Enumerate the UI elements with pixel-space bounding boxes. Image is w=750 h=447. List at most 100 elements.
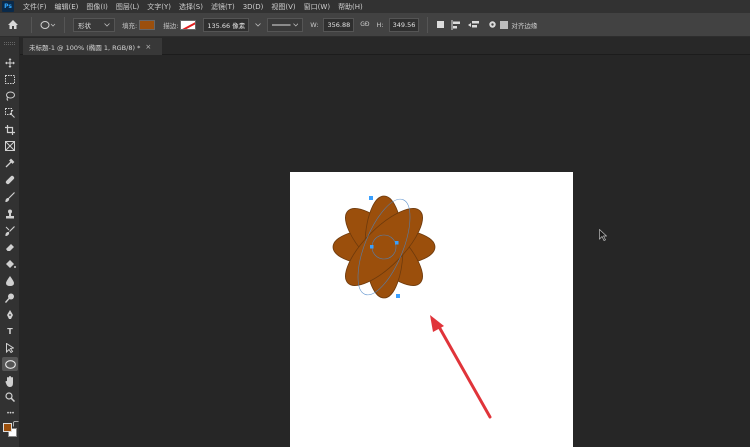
- menu-help[interactable]: 帮助(H): [334, 2, 367, 12]
- path-operations-button[interactable]: [436, 20, 445, 29]
- eyedropper-icon: [5, 158, 15, 168]
- width-field[interactable]: 356.88: [323, 17, 355, 32]
- menu-3d[interactable]: 3D(D): [239, 3, 268, 11]
- mouse-cursor-icon: [599, 229, 607, 241]
- menu-select[interactable]: 选择(S): [175, 2, 207, 12]
- path-arrangement-button[interactable]: [468, 20, 480, 30]
- drop-icon: [6, 276, 14, 286]
- brush-tool[interactable]: [2, 190, 18, 204]
- crop-icon: [5, 125, 15, 135]
- eraser-icon: [6, 244, 14, 251]
- document-tab-bar: 未标题-1 @ 100% (椭圆 1, RGB/8) * ×: [0, 37, 750, 55]
- ellipse-tool-preset-picker[interactable]: [40, 20, 56, 30]
- pen-tool[interactable]: [2, 308, 18, 322]
- settings-button[interactable]: [488, 20, 497, 29]
- stroke-width-field[interactable]: 135.66 像素: [203, 17, 250, 32]
- ellipse-icon: [4, 359, 16, 369]
- move-tool[interactable]: [2, 56, 18, 70]
- path-arrangement-icon: [468, 20, 480, 27]
- crop-tool[interactable]: [2, 123, 18, 137]
- menu-filter[interactable]: 滤镜(T): [207, 2, 239, 12]
- fill-color-swatch[interactable]: [139, 19, 156, 30]
- photoshop-logo: Ps: [2, 1, 14, 12]
- stroke-color-swatch[interactable]: [180, 19, 197, 30]
- dodge-icon: [5, 293, 14, 303]
- document-tab-title: 未标题-1 @ 100% (椭圆 1, RGB/8) *: [29, 43, 141, 52]
- dodge-tool[interactable]: [2, 291, 18, 305]
- document-tab[interactable]: 未标题-1 @ 100% (椭圆 1, RGB/8) * ×: [23, 38, 162, 55]
- stroke-type-dropdown[interactable]: [267, 17, 304, 32]
- brush-icon: [5, 192, 15, 202]
- menu-file[interactable]: 文件(F): [19, 2, 51, 12]
- height-label: H:: [376, 20, 384, 29]
- object-selection-icon: [5, 108, 15, 118]
- width-label: W:: [310, 20, 319, 29]
- pen-icon: [7, 310, 13, 319]
- menu-edit[interactable]: 编辑(E): [51, 2, 83, 12]
- align-edges-label: 对齐边缘: [511, 21, 538, 30]
- lasso-icon: [6, 91, 15, 101]
- gear-icon: [489, 21, 497, 28]
- frame-tool[interactable]: [2, 139, 18, 153]
- menu-bar: Ps 文件(F) 编辑(E) 图像(I) 图层(L) 文字(Y) 选择(S) 滤…: [0, 0, 750, 13]
- stamp-icon: [6, 209, 14, 219]
- path-operations-icon: [437, 21, 445, 28]
- chevron-down-icon: [104, 22, 110, 27]
- swap-colors-icon[interactable]: [13, 421, 19, 429]
- ellipse-tool[interactable]: [2, 357, 18, 371]
- move-icon: [5, 58, 15, 68]
- paint-bucket-tool[interactable]: [2, 257, 18, 271]
- type-tool[interactable]: T: [2, 324, 18, 338]
- tool-mode-value: 形状: [78, 21, 91, 30]
- healing-brush-tool[interactable]: [2, 173, 18, 187]
- foreground-color-swatch[interactable]: [3, 423, 12, 432]
- history-brush-icon: [5, 226, 15, 236]
- menu-image[interactable]: 图像(I): [82, 2, 112, 12]
- menu-view[interactable]: 视图(V): [267, 2, 299, 12]
- chevron-down-icon: [292, 22, 299, 26]
- stroke-label: 描边:: [163, 21, 179, 30]
- frame-icon: [5, 141, 15, 151]
- path-alignment-icon: [451, 19, 461, 30]
- divider: [31, 16, 32, 33]
- path-selection-tool[interactable]: [2, 341, 18, 355]
- menu-window[interactable]: 窗口(W): [300, 2, 334, 12]
- hand-icon: [5, 375, 13, 387]
- blur-tool[interactable]: [2, 274, 18, 288]
- arrow-pointer-icon: [6, 343, 14, 353]
- zoom-tool[interactable]: [2, 390, 18, 404]
- divider: [427, 16, 429, 33]
- path-alignment-button[interactable]: [451, 19, 462, 30]
- bandage-icon: [5, 175, 15, 185]
- chevron-down-icon[interactable]: [255, 22, 262, 27]
- zoom-icon: [5, 392, 15, 402]
- rectangular-marquee-tool[interactable]: [2, 72, 18, 86]
- fill-label: 填充:: [122, 21, 138, 30]
- divider: [64, 16, 65, 33]
- home-icon: [8, 20, 18, 29]
- eraser-tool[interactable]: [2, 240, 18, 254]
- eyedropper-tool[interactable]: [2, 156, 18, 170]
- tools-panel: T •••: [0, 37, 20, 447]
- menu-layer[interactable]: 图层(L): [112, 2, 143, 12]
- panel-grip[interactable]: [4, 42, 15, 45]
- marquee-icon: [5, 74, 15, 84]
- align-edges-checkbox[interactable]: [500, 20, 509, 29]
- document-canvas[interactable]: [290, 172, 573, 447]
- clone-stamp-tool[interactable]: [2, 207, 18, 221]
- tool-mode-dropdown[interactable]: 形状: [73, 17, 115, 32]
- link-dimensions-icon[interactable]: GĐ: [360, 21, 369, 28]
- options-bar: 形状 填充: 描边: 135.66 像素 W: 356.88 GĐ H: 349…: [0, 13, 750, 37]
- ellipse-icon: [40, 20, 56, 29]
- edit-toolbar-button[interactable]: •••: [2, 406, 18, 420]
- paint-bucket-icon: [5, 260, 16, 268]
- object-selection-tool[interactable]: [2, 106, 18, 120]
- hand-tool[interactable]: [2, 374, 18, 388]
- home-button[interactable]: [0, 13, 26, 37]
- lasso-tool[interactable]: [2, 89, 18, 103]
- history-brush-tool[interactable]: [2, 224, 18, 238]
- stroke-line-icon: [272, 23, 291, 26]
- close-icon[interactable]: ×: [145, 43, 151, 51]
- height-field[interactable]: 349.56: [388, 17, 420, 32]
- menu-type[interactable]: 文字(Y): [143, 2, 175, 12]
